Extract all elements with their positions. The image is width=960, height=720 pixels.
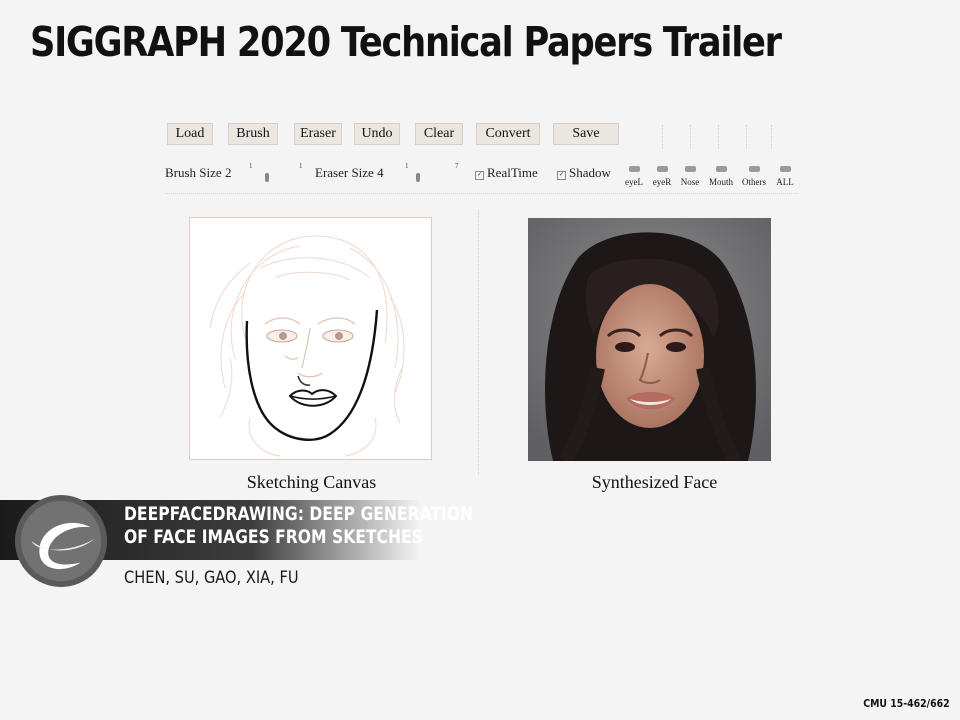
shadow-checkbox[interactable]: ✓ Shadow: [557, 165, 611, 181]
panel-separator: [478, 210, 479, 475]
eraser-size-slider[interactable]: [416, 173, 420, 182]
realtime-label: RealTime: [487, 165, 538, 180]
sketching-canvas[interactable]: [189, 217, 432, 460]
convert-button[interactable]: Convert: [476, 123, 540, 145]
slider-handle-icon[interactable]: [684, 166, 696, 172]
paper-authors: CHEN, SU, GAO, XIA, FU: [124, 568, 299, 588]
region-label: Nose: [680, 177, 700, 187]
region-slider-eyeR[interactable]: eyeR: [648, 166, 676, 187]
slider-handle-icon[interactable]: [779, 166, 791, 172]
realtime-checkbox[interactable]: ✓ RealTime: [475, 165, 538, 181]
sketching-canvas-caption: Sketching Canvas: [246, 472, 377, 492]
slider-handle-icon[interactable]: [715, 166, 727, 172]
slider-handle-icon[interactable]: [628, 166, 640, 172]
nose-stroke: [297, 375, 311, 386]
slider-handle-icon[interactable]: [656, 166, 668, 172]
brush-size-label: Brush Size 2: [165, 165, 232, 180]
brush-slider-tick: 1: [249, 162, 253, 170]
eraser-size-label: Eraser Size 4: [315, 165, 384, 180]
region-slider-nose[interactable]: Nose: [676, 166, 704, 187]
eraser-slider-tick: 7: [455, 162, 459, 170]
shadow-label: Shadow: [569, 165, 611, 180]
paper-title-line2: OF FACE IMAGES FROM SKETCHES: [124, 526, 423, 548]
region-label: eyeL: [625, 177, 643, 187]
siggraph-logo-icon: [14, 494, 108, 588]
region-slider-all[interactable]: ALL: [771, 166, 799, 187]
load-button[interactable]: Load: [167, 123, 213, 145]
brush-size-slider[interactable]: [265, 173, 269, 182]
slide-title: SIGGRAPH 2020 Technical Papers Trailer: [30, 18, 782, 66]
face-contour-stroke: [245, 309, 379, 441]
slider-handle-icon[interactable]: [748, 166, 760, 172]
brush-button[interactable]: Brush: [228, 123, 278, 145]
synthesized-face-caption: Synthesized Face: [591, 472, 718, 492]
region-slider-others[interactable]: Others: [740, 166, 768, 187]
region-label: Others: [742, 177, 766, 187]
face-sketch: [209, 235, 405, 457]
course-label: CMU 15-462/662: [863, 697, 950, 710]
undo-button[interactable]: Undo: [354, 123, 400, 145]
region-slider-eyeL[interactable]: eyeL: [620, 166, 648, 187]
toolbar-divider: [718, 125, 719, 149]
synthesized-face-image: [528, 218, 771, 465]
toolbar-divider: [746, 125, 747, 149]
toolbar-divider: [690, 125, 691, 149]
realtime-check-icon[interactable]: ✓: [475, 171, 484, 180]
toolbar-separator: [165, 193, 798, 194]
region-label: eyeR: [652, 177, 672, 187]
toolbar-divider: [662, 125, 663, 149]
face-portrait: [528, 218, 771, 465]
save-button[interactable]: Save: [553, 123, 619, 145]
clear-button[interactable]: Clear: [415, 123, 463, 145]
region-label: Mouth: [708, 177, 733, 187]
region-label: ALL: [776, 177, 794, 187]
toolbar-divider: [771, 125, 772, 149]
region-slider-mouth[interactable]: Mouth: [707, 166, 735, 187]
eraser-button[interactable]: Eraser: [294, 123, 342, 145]
eraser-slider-tick: 1: [405, 162, 409, 170]
shadow-check-icon[interactable]: ✓: [557, 171, 566, 180]
feature-guide-strokes: [264, 317, 356, 378]
paper-title-line1: DEEPFACEDRAWING: DEEP GENERATION: [124, 503, 474, 525]
brush-slider-tick: 1: [299, 162, 303, 170]
